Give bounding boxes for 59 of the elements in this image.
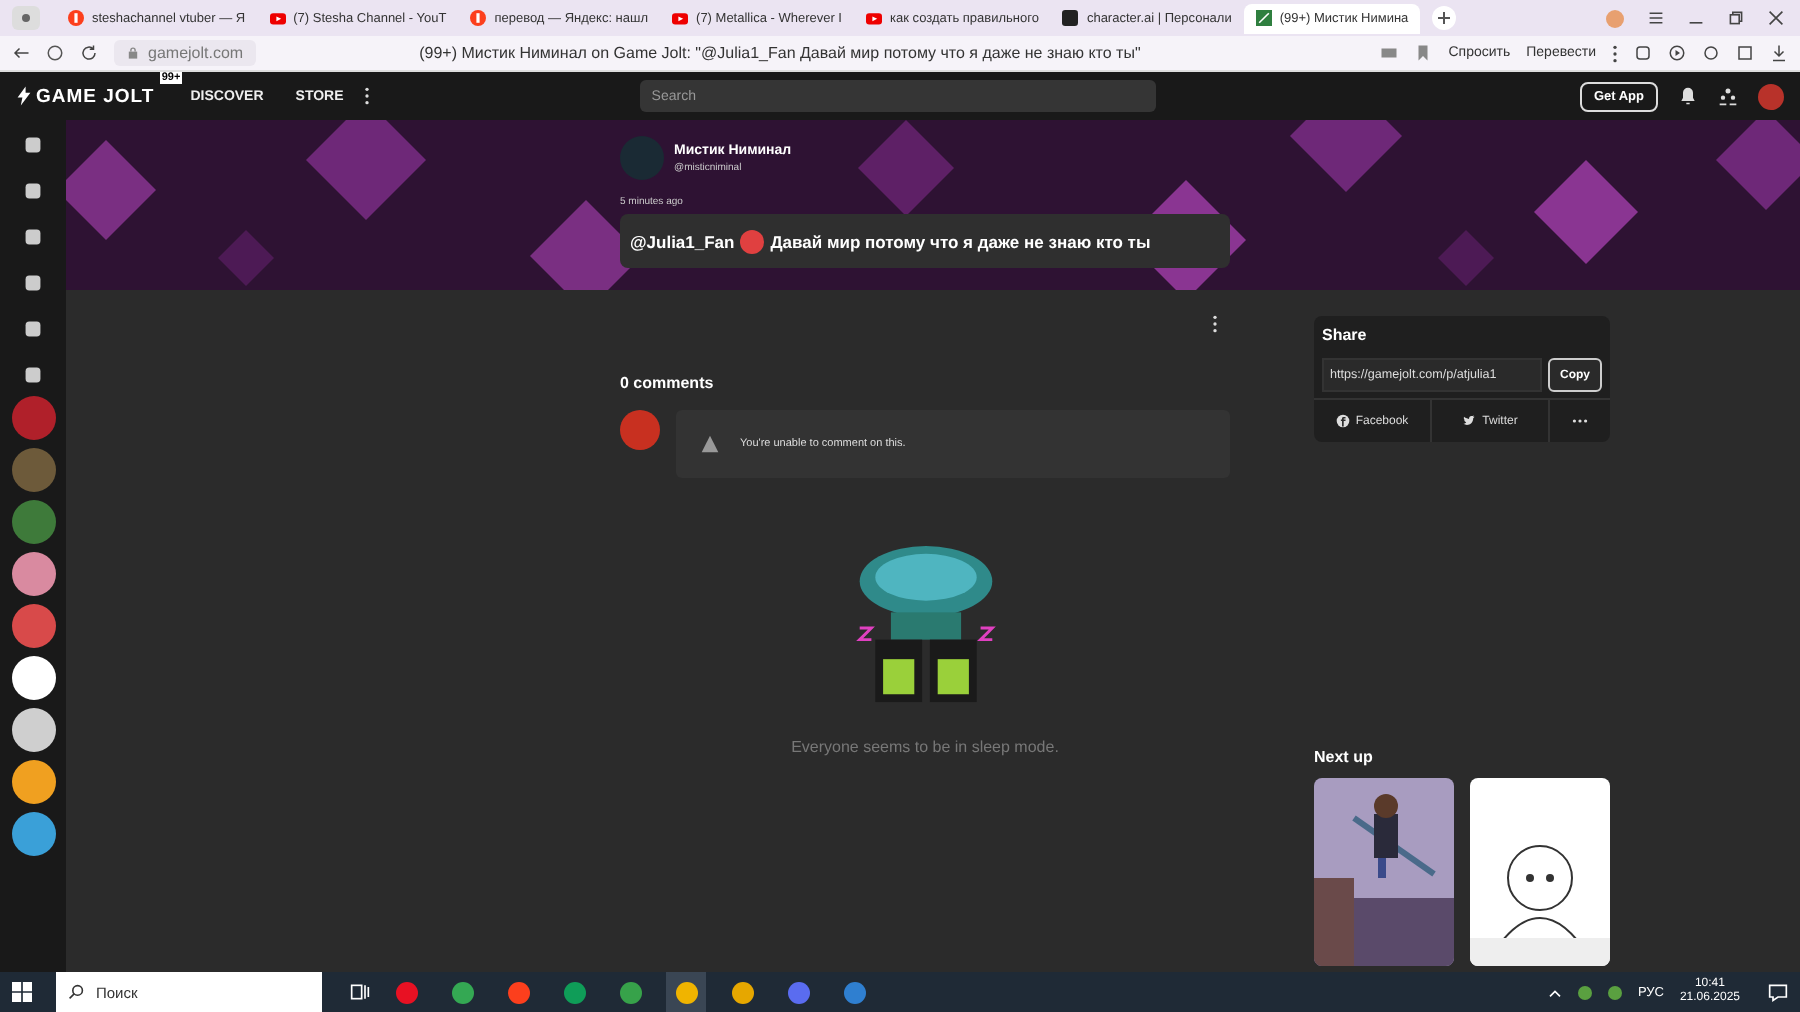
more-icon: [1572, 418, 1588, 424]
taskbar-app-icon[interactable]: [666, 972, 706, 1012]
tab-favicon: [68, 10, 84, 26]
mention-avatar: [740, 229, 765, 253]
lock-icon: [126, 46, 140, 60]
page-title: (99+) Мистик Ниминал on Game Jolt: "@Julia1_Fan Давай мир потому что я даже не знаю кто ты": [419, 44, 1143, 62]
community-avatar[interactable]: [11, 812, 55, 856]
user-avatar[interactable]: [1758, 83, 1784, 109]
community-avatar[interactable]: [11, 552, 55, 596]
sidebar-icon[interactable]: [20, 132, 46, 158]
bolt-icon[interactable]: [16, 86, 32, 106]
logo[interactable]: GAME JOLT: [36, 85, 155, 107]
tab-favicon: [470, 10, 487, 26]
reload-icon[interactable]: [80, 44, 98, 62]
community-avatar[interactable]: [11, 708, 55, 752]
tab-favicon: [1062, 10, 1079, 26]
search-icon: [68, 984, 84, 1000]
sidebar-icon[interactable]: [20, 362, 46, 388]
tab-favicon: [1255, 10, 1272, 26]
chevron-up-icon[interactable]: [1547, 987, 1562, 997]
empty-message: Everyone seems to be in sleep mode.: [791, 738, 1059, 756]
more-icon[interactable]: [363, 86, 370, 106]
more-icon[interactable]: [1612, 43, 1618, 63]
mention-link[interactable]: @Julia1_Fan: [630, 231, 735, 251]
tab-menu-icon[interactable]: [12, 6, 40, 30]
share-title: Share: [1322, 326, 1369, 344]
play-icon: [672, 10, 689, 26]
notifications-icon[interactable]: [1768, 982, 1788, 1002]
sidebar-icon[interactable]: [20, 316, 46, 342]
task-view-icon[interactable]: [350, 982, 370, 1002]
community-avatar[interactable]: [11, 656, 55, 700]
facebook-icon: [1335, 414, 1350, 428]
menu-icon[interactable]: [1648, 10, 1664, 26]
sidebar-icon[interactable]: [20, 224, 46, 250]
play-icon: [866, 10, 882, 26]
comments-heading: 0 comments: [620, 374, 716, 392]
bell-icon[interactable]: [1678, 86, 1698, 106]
more-icon[interactable]: [1212, 314, 1218, 334]
post-text: Давай мир потому что я даже не знаю кто ты: [770, 231, 1151, 251]
extensions-icon[interactable]: [1634, 44, 1652, 62]
download-icon[interactable]: [1770, 44, 1788, 62]
restore-icon[interactable]: [1728, 10, 1744, 26]
play-icon: [269, 10, 286, 26]
bird-icon: [1462, 414, 1477, 428]
new-tab-icon[interactable]: [1432, 6, 1457, 30]
people-icon[interactable]: [1718, 86, 1738, 106]
warning-icon: [700, 434, 720, 454]
media-icon[interactable]: [1668, 44, 1686, 62]
back-icon[interactable]: [12, 44, 30, 62]
sidebar-icon[interactable]: [20, 178, 46, 204]
next-up-heading: Next up: [1314, 748, 1375, 766]
sidebar-icon[interactable]: [20, 270, 46, 296]
community-avatar[interactable]: [11, 760, 55, 804]
windows-start-icon[interactable]: [12, 982, 32, 1002]
user-avatar: [620, 410, 660, 450]
collections-icon[interactable]: [1736, 44, 1754, 62]
close-icon[interactable]: [1768, 10, 1784, 26]
address-field[interactable]: gamejolt.com: [114, 40, 256, 66]
bookmark-icon[interactable]: [1414, 44, 1433, 62]
